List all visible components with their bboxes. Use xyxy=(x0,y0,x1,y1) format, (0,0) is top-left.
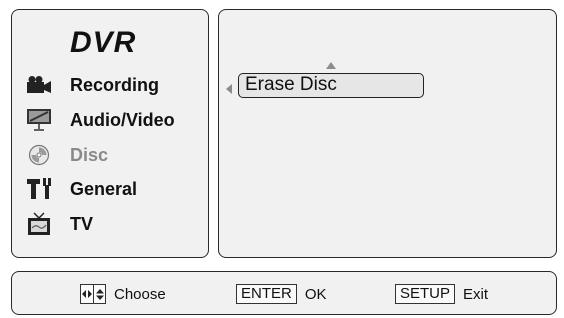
setup-key: SETUP xyxy=(395,284,456,304)
tools-icon xyxy=(25,177,53,201)
menu-item-label: General xyxy=(70,178,138,199)
setup-hint: SETUP Exit xyxy=(395,272,488,316)
disc-icon xyxy=(25,143,53,167)
menu-item-label: Recording xyxy=(70,74,160,95)
arrow-keys-icon xyxy=(80,284,106,304)
submenu-panel: Erase Disc xyxy=(218,9,557,258)
menu-item-audio-video[interactable]: Audio/Video xyxy=(25,105,175,135)
tv-icon xyxy=(25,212,53,236)
menu-item-label: Audio/Video xyxy=(70,109,175,130)
choose-label: Choose xyxy=(114,285,166,303)
choose-hint: Choose xyxy=(80,272,166,316)
enter-label: OK xyxy=(304,285,327,303)
enter-key: ENTER xyxy=(236,284,297,304)
scroll-up-arrow-icon[interactable] xyxy=(326,62,336,69)
key-hint-bar: Choose ENTER OK SETUP Exit xyxy=(11,271,557,315)
menu-item-label: TV xyxy=(70,213,94,234)
menu-item-general[interactable]: General xyxy=(25,174,137,204)
menu-item-disc[interactable]: Disc xyxy=(25,140,108,170)
erase-disc-option[interactable]: Erase Disc xyxy=(238,73,424,98)
back-arrow-icon[interactable] xyxy=(226,84,232,94)
monitor-icon xyxy=(25,108,53,132)
setup-label: Exit xyxy=(463,285,489,303)
menu-item-recording[interactable]: Recording xyxy=(25,70,159,100)
camcorder-icon xyxy=(25,73,53,97)
enter-hint: ENTER OK xyxy=(236,272,327,316)
menu-title: DVR xyxy=(70,26,137,59)
menu-item-label: Disc xyxy=(70,144,109,165)
menu-item-tv[interactable]: TV xyxy=(25,209,93,239)
main-menu-panel: DVR Recording Audio/Video Disc General T… xyxy=(11,9,209,258)
